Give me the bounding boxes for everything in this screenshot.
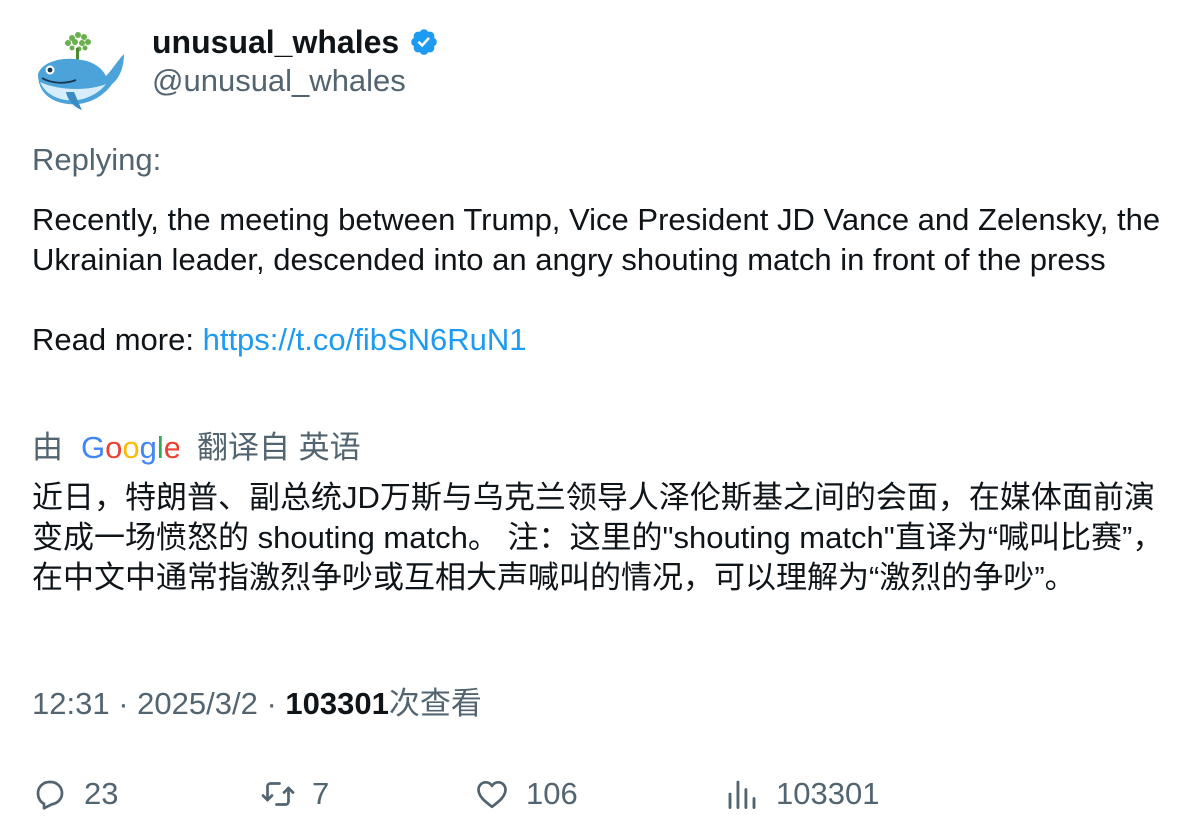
reply-icon [36, 780, 64, 810]
tweet-body: Recently, the meeting between Trump, Vic… [32, 202, 1161, 277]
translated-from-label: 翻译自 英语 [197, 430, 361, 465]
translation-attribution: 由 Google 翻译自 英语 [32, 428, 361, 468]
views-count: 103301 [285, 686, 389, 721]
replying-label: Replying: [32, 142, 162, 177]
user-handle[interactable]: @unusual_whales [152, 61, 439, 101]
heart-icon [477, 780, 507, 809]
tweet-header: unusual_whales @unusual_whales [32, 24, 1172, 114]
google-logo: Google [81, 428, 179, 468]
like-count: 106 [526, 776, 578, 811]
reply-count: 23 [84, 776, 119, 811]
google-logo-icon: Google [81, 431, 179, 465]
read-more-line: Read more: https://t.co/fibSN6RuN1 [32, 320, 1162, 360]
verified-badge-icon [411, 29, 437, 55]
views-chart-icon [728, 780, 756, 809]
display-name[interactable]: unusual_whales [152, 24, 399, 60]
reply-button[interactable]: 23 [32, 772, 118, 816]
meta-separator: · [266, 686, 286, 721]
tweet-card: unusual_whales @unusual_whales Replying:… [32, 24, 1172, 811]
translated-by-label: 由 [32, 430, 63, 465]
views-action-count: 103301 [776, 776, 880, 811]
user-names: unusual_whales @unusual_whales [152, 24, 439, 101]
action-bar: 23 7 106 103301 [32, 772, 1172, 816]
retweet-button[interactable]: 7 [260, 772, 329, 816]
translated-text: 近日，特朗普、副总统JD万斯与乌克兰领导人泽伦斯基之间的会面，在媒体面前演变成一… [32, 480, 1164, 595]
like-button[interactable]: 106 [474, 772, 578, 816]
svg-text:Google: Google [81, 431, 179, 465]
read-more-label: Read more: [32, 322, 194, 357]
display-name-row[interactable]: unusual_whales [152, 24, 439, 60]
retweet-count: 7 [312, 776, 330, 811]
views-label: 次查看 [388, 686, 482, 721]
tweet-date[interactable]: 2025/3/2 [137, 686, 258, 721]
tweet-text: Recently, the meeting between Trump, Vic… [32, 200, 1162, 360]
views-button[interactable]: 103301 [724, 772, 879, 816]
avatar[interactable] [32, 26, 128, 122]
tweet-link[interactable]: https://t.co/fibSN6RuN1 [203, 322, 527, 357]
meta-separator: · [118, 686, 138, 721]
retweet-icon [261, 782, 295, 806]
tweet-time[interactable]: 12:31 [32, 686, 110, 721]
tweet-meta: 12:31 · 2025/3/2 · 103301次查看 [32, 684, 482, 724]
